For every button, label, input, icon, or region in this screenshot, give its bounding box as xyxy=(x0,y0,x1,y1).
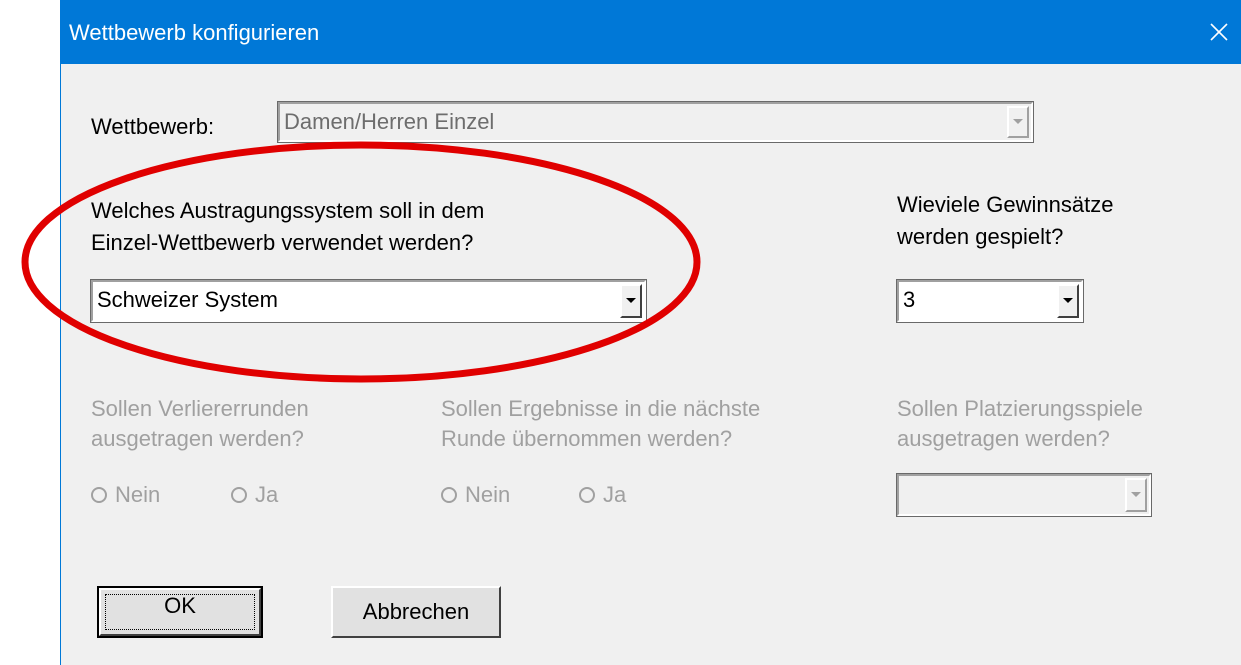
sets-select[interactable]: 3 xyxy=(896,279,1084,323)
ok-button[interactable]: OK xyxy=(97,586,263,638)
chevron-down-icon xyxy=(626,298,636,303)
carry-results-question-line1: Sollen Ergebnisse in die nächste xyxy=(441,396,761,421)
system-question-line1: Welches Austragungssystem soll in dem xyxy=(91,198,485,223)
sets-question-line1: Wieviele Gewinnsätze xyxy=(897,192,1114,217)
loser-rounds-radio-yes[interactable]: Ja xyxy=(231,480,278,510)
cancel-button[interactable]: Abbrechen xyxy=(331,586,501,638)
ok-button-label: OK xyxy=(164,593,196,618)
cancel-button-label: Abbrechen xyxy=(362,599,470,624)
sets-question-line2: werden gespielt? xyxy=(897,224,1064,249)
chevron-down-icon xyxy=(1013,119,1023,124)
chevron-down-icon xyxy=(1063,298,1073,303)
close-icon xyxy=(1210,23,1228,41)
system-question-line2: Einzel-Wettbewerb verwendet werden? xyxy=(91,230,474,255)
carry-results-radio-yes-label: Ja xyxy=(603,482,627,507)
competition-label: Wettbewerb: xyxy=(91,114,215,139)
system-select-value: Schweizer System xyxy=(97,287,278,312)
loser-rounds-question-line2: ausgetragen werden? xyxy=(91,426,304,451)
carry-results-radio-yes[interactable]: Ja xyxy=(579,480,626,510)
radio-icon xyxy=(441,487,457,503)
system-select-arrow[interactable] xyxy=(620,284,642,318)
placement-question-line1: Sollen Platzierungsspiele xyxy=(897,396,1143,421)
competition-select-value: Damen/Herren Einzel xyxy=(284,109,495,134)
placement-question-line2: ausgetragen werden? xyxy=(897,426,1110,451)
carry-results-radio-no-label: Nein xyxy=(465,482,511,507)
title-bar: Wettbewerb konfigurieren xyxy=(61,0,1241,64)
loser-rounds-radio-no[interactable]: Nein xyxy=(91,480,160,510)
sets-select-arrow[interactable] xyxy=(1057,284,1079,318)
carry-results-radio-no[interactable]: Nein xyxy=(441,480,510,510)
radio-icon xyxy=(231,487,247,503)
loser-rounds-radio-yes-label: Ja xyxy=(255,482,279,507)
loser-rounds-question-line1: Sollen Verliererrunden xyxy=(91,396,309,421)
window-title: Wettbewerb konfigurieren xyxy=(69,20,320,45)
competition-select-arrow[interactable] xyxy=(1007,106,1029,138)
placement-select-value xyxy=(901,476,1123,514)
chevron-down-icon xyxy=(1131,492,1141,497)
competition-select[interactable]: Damen/Herren Einzel xyxy=(277,101,1034,143)
placement-select[interactable] xyxy=(896,473,1152,517)
radio-icon xyxy=(91,487,107,503)
close-button[interactable] xyxy=(1196,0,1241,64)
loser-rounds-radio-no-label: Nein xyxy=(115,482,161,507)
sets-select-value: 3 xyxy=(903,287,916,312)
placement-select-arrow[interactable] xyxy=(1125,478,1147,512)
radio-icon xyxy=(579,487,595,503)
carry-results-question-line2: Runde übernommen werden? xyxy=(441,426,733,451)
system-select[interactable]: Schweizer System xyxy=(90,279,647,323)
dialog-window: Wettbewerb konfigurieren Wettbewerb: Dam… xyxy=(60,0,1241,665)
